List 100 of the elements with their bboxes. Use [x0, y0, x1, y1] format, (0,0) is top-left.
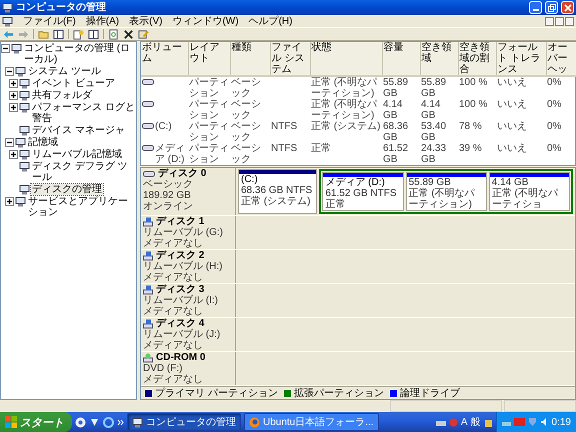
- legend-label: 拡張パーティション: [294, 388, 384, 398]
- removable-drive-icon: [143, 285, 153, 295]
- menu-item[interactable]: 表示(V): [129, 16, 162, 26]
- pane-icon[interactable]: [88, 28, 99, 40]
- language-indicator[interactable]: A: [460, 416, 468, 428]
- volume-icon: [142, 78, 154, 86]
- partition-block[interactable]: メディア (D:) 61.52 GB NTFS 正常: [322, 172, 404, 211]
- tree-item[interactable]: ディスクの管理: [31, 184, 103, 195]
- table-cell: 正常 (システム): [311, 121, 380, 132]
- table-cell: 55.89 GB: [383, 77, 408, 99]
- table-cell: 0%: [547, 99, 562, 110]
- language-indicator[interactable]: 般: [470, 416, 481, 428]
- tree-item[interactable]: システム ツール: [27, 66, 102, 77]
- table-cell: 0%: [547, 77, 562, 88]
- tree-item[interactable]: 共有フォルダ: [31, 90, 93, 101]
- column-header[interactable]: 空き領域: [420, 42, 458, 76]
- partition-size: 55.89 GB: [408, 177, 452, 188]
- table-cell: パーティション: [189, 99, 229, 121]
- table-cell: 61.52 GB: [383, 143, 408, 165]
- media-player-icon[interactable]: [75, 416, 86, 428]
- disk-name: ディスク 3: [156, 284, 204, 295]
- partition-block[interactable]: 55.89 GB 正常 (不明なパーティション): [406, 172, 487, 211]
- partition-size: 68.36 GB NTFS: [241, 185, 314, 196]
- computer-icon: [11, 44, 22, 54]
- pane-icon[interactable]: [53, 28, 64, 40]
- partition-block[interactable]: (C:) 68.36 GB NTFS 正常 (システム): [238, 169, 318, 214]
- volume-icon: [142, 100, 154, 108]
- tree-item[interactable]: イベント ビューア: [31, 78, 116, 89]
- partition-status: 正常 (システム): [241, 196, 312, 207]
- column-header[interactable]: 容量: [382, 42, 420, 76]
- table-cell: NTFS: [271, 143, 298, 154]
- tree-item[interactable]: ディスク デフラグ ツール: [31, 161, 136, 183]
- window-title: コンピュータの管理: [16, 2, 107, 13]
- tray-icon[interactable]: [484, 418, 493, 426]
- collapse-icon[interactable]: [5, 67, 14, 76]
- menu-item[interactable]: ファイル(F): [23, 16, 76, 26]
- minimize-button[interactable]: [545, 16, 554, 26]
- expand-icon[interactable]: [9, 79, 18, 88]
- export-icon[interactable]: [138, 28, 149, 40]
- column-header[interactable]: オーバーヘッ: [546, 42, 576, 76]
- tree-item[interactable]: デバイス マネージャ: [31, 125, 126, 136]
- browser-icon[interactable]: [103, 416, 114, 428]
- table-cell: 78 %: [459, 121, 482, 132]
- menu-item[interactable]: 操作(A): [86, 16, 120, 26]
- tree-item[interactable]: パフォーマンス ログと警告: [31, 102, 136, 124]
- chevron-icon[interactable]: [117, 418, 124, 426]
- column-header[interactable]: フォールト トレランス: [496, 42, 546, 76]
- expand-icon[interactable]: [5, 197, 14, 206]
- expand-icon[interactable]: [9, 103, 18, 112]
- column-header[interactable]: ボリューム: [141, 42, 188, 76]
- taskbar-button[interactable]: Ubuntu日本語フォーラ...: [244, 413, 379, 431]
- column-header[interactable]: 空き領域の割合: [458, 42, 496, 76]
- table-cell: いいえ: [497, 143, 527, 154]
- restore-button[interactable]: [555, 16, 564, 26]
- document-icon[interactable]: [108, 28, 119, 40]
- menu-item[interactable]: ヘルプ(H): [248, 16, 292, 26]
- expand-icon[interactable]: [9, 150, 18, 159]
- column-header[interactable]: ファイル システム: [270, 42, 310, 76]
- clock: 0:19: [552, 416, 571, 428]
- disk-label[interactable]: ディスク 1 リムーバブル (G:) メディアなし: [141, 216, 236, 249]
- expand-icon[interactable]: [9, 91, 18, 100]
- volume-icon[interactable]: [540, 417, 549, 427]
- tree-item[interactable]: リムーバブル記憶域: [31, 149, 123, 160]
- table-cell: 0%: [547, 121, 562, 132]
- table-cell: (C:): [155, 121, 172, 132]
- tree-item[interactable]: サービスとアプリケーション: [27, 196, 136, 218]
- disk-size: 189.92 GB: [143, 190, 192, 201]
- partition-status: 正常 (不明なパーティション): [408, 188, 476, 210]
- table-cell: NTFS: [271, 121, 298, 132]
- delete-icon[interactable]: [123, 28, 134, 40]
- column-header[interactable]: 状態: [310, 42, 382, 76]
- help-icon[interactable]: [73, 28, 84, 40]
- table-cell: 39 %: [459, 143, 482, 154]
- tree-item[interactable]: 記憶域: [27, 137, 59, 148]
- disk-label[interactable]: ディスク 3 リムーバブル (I:) メディアなし: [141, 284, 236, 317]
- disk-label[interactable]: ディスク 2 リムーバブル (H:) メディアなし: [141, 250, 236, 283]
- disk-name: ディスク 4: [156, 318, 204, 329]
- app-icon: [2, 3, 13, 13]
- cd-drive-icon: [143, 353, 153, 363]
- start-button[interactable]: スタート: [0, 412, 72, 432]
- legend-label: プライマリ パーティション: [155, 388, 278, 398]
- table-cell: パーティション: [189, 77, 229, 99]
- partition-block[interactable]: 4.14 GB 正常 (不明なパーティショ: [488, 172, 570, 211]
- disk-label[interactable]: CD-ROM 0 DVD (F:) メディアなし: [141, 352, 236, 385]
- column-header[interactable]: 種類: [230, 42, 270, 76]
- menu-item[interactable]: ウィンドウ(W): [172, 16, 239, 26]
- collapse-icon[interactable]: [1, 44, 10, 53]
- collapse-icon[interactable]: [5, 138, 14, 147]
- partition-status: 正常: [325, 199, 346, 210]
- browser-icon: [249, 417, 260, 428]
- tree-item[interactable]: コンピュータの管理 (ローカル): [23, 43, 136, 65]
- disk-label[interactable]: ディスク 4 リムーバブル (J:) メディアなし: [141, 318, 236, 351]
- table-cell: 24.33 GB: [421, 143, 446, 165]
- table-cell: 4.14 GB: [383, 99, 402, 121]
- column-header[interactable]: レイアウト: [188, 42, 230, 76]
- table-cell: ベーシック: [231, 143, 261, 165]
- taskbar-button[interactable]: コンピュータの管理: [127, 413, 241, 431]
- disk-label[interactable]: ディスク 0 ベーシック 189.92 GB オンライン: [141, 168, 236, 215]
- disk-status: メディアなし: [143, 374, 204, 385]
- close-button[interactable]: [565, 16, 574, 26]
